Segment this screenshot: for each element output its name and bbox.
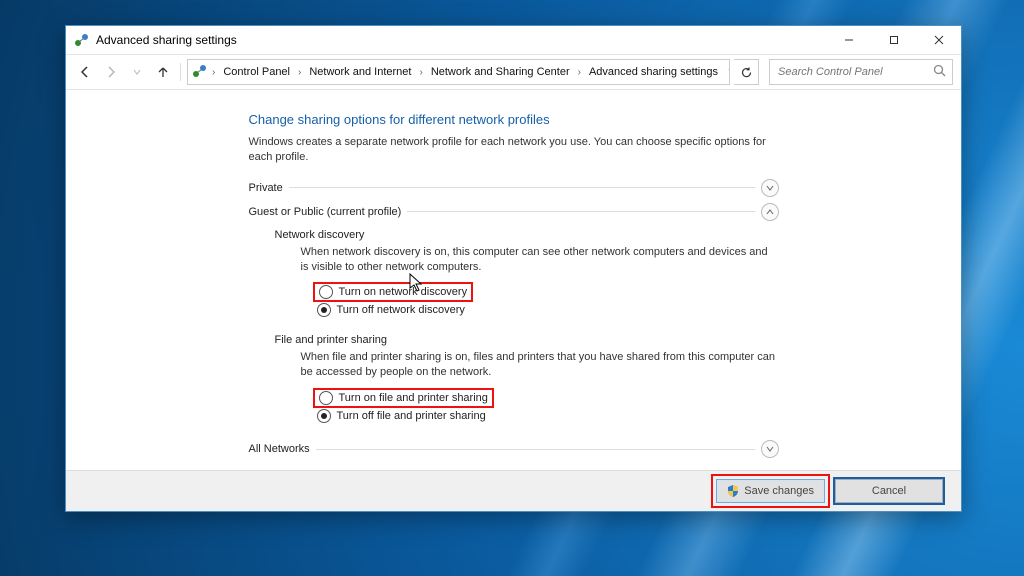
breadcrumb-seg-network-internet[interactable]: Network and Internet [305, 64, 415, 80]
window: Advanced sharing settings › Control Pane… [65, 25, 962, 512]
refresh-button[interactable] [734, 59, 759, 85]
page-subtitle: Windows creates a separate network profi… [249, 135, 779, 165]
radio-nd-on[interactable] [319, 285, 333, 299]
section-label-guest: Guest or Public (current profile) [249, 206, 402, 218]
breadcrumb[interactable]: › Control Panel › Network and Internet ›… [187, 59, 730, 85]
rule [407, 211, 754, 212]
radio-fp-on[interactable] [319, 391, 333, 405]
radio-fp-off-label: Turn off file and printer sharing [337, 410, 486, 422]
nav-row: › Control Panel › Network and Internet ›… [66, 55, 961, 90]
window-buttons [826, 26, 961, 54]
section-all-networks: All Networks [249, 440, 779, 458]
section-head-guest[interactable]: Guest or Public (current profile) [249, 203, 779, 221]
radio-fp-on-label: Turn on file and printer sharing [339, 392, 488, 404]
chevron-right-icon[interactable]: › [417, 67, 424, 78]
desc-network-discovery: When network discovery is on, this compu… [301, 245, 779, 275]
content-area: Change sharing options for different net… [66, 90, 961, 470]
up-button[interactable] [152, 61, 174, 83]
cancel-button[interactable]: Cancel [835, 479, 943, 503]
chevron-right-icon[interactable]: › [210, 67, 217, 78]
highlight-nd-on: Turn on network discovery [313, 282, 474, 302]
forward-button[interactable] [100, 61, 122, 83]
footer: Save changes Cancel [66, 470, 961, 511]
radios-network-discovery: Turn on network discovery Turn off netwo… [317, 282, 779, 318]
radio-fp-off-row[interactable]: Turn off file and printer sharing [317, 408, 779, 424]
highlight-fp-on: Turn on file and printer sharing [313, 388, 494, 408]
search-input[interactable] [769, 59, 953, 85]
subhead-file-printer: File and printer sharing [275, 334, 779, 346]
cancel-label: Cancel [872, 485, 906, 497]
radio-fp-off[interactable] [317, 409, 331, 423]
network-sharing-icon [192, 63, 208, 82]
rule [289, 187, 755, 188]
section-private: Private [249, 179, 779, 197]
radio-nd-on-row[interactable]: Turn on network discovery [317, 282, 779, 302]
rule [316, 449, 755, 450]
chevron-right-icon[interactable]: › [576, 67, 583, 78]
maximize-button[interactable] [871, 26, 916, 54]
save-changes-label: Save changes [744, 485, 814, 497]
close-button[interactable] [916, 26, 961, 54]
back-button[interactable] [74, 61, 96, 83]
chevron-right-icon[interactable]: › [296, 67, 303, 78]
breadcrumb-dropdown[interactable] [724, 66, 730, 78]
window-title: Advanced sharing settings [96, 33, 826, 47]
breadcrumb-seg-network-sharing-center[interactable]: Network and Sharing Center [427, 64, 574, 80]
network-sharing-icon [74, 32, 90, 48]
titlebar: Advanced sharing settings [66, 26, 961, 55]
uac-shield-icon [727, 485, 739, 497]
page-title: Change sharing options for different net… [249, 112, 779, 127]
search-field[interactable] [776, 65, 933, 79]
chevron-down-icon[interactable] [761, 179, 779, 197]
radio-fp-on-row[interactable]: Turn on file and printer sharing [317, 388, 779, 408]
radio-nd-off-row[interactable]: Turn off network discovery [317, 302, 779, 318]
section-label-all: All Networks [249, 443, 310, 455]
section-label-private: Private [249, 182, 283, 194]
save-changes-button[interactable]: Save changes [716, 479, 825, 503]
radio-nd-off-label: Turn off network discovery [337, 304, 465, 316]
breadcrumb-seg-advanced-sharing[interactable]: Advanced sharing settings [585, 64, 722, 80]
section-head-all[interactable]: All Networks [249, 440, 779, 458]
section-guest-public: Guest or Public (current profile) Networ… [249, 203, 779, 424]
minimize-button[interactable] [826, 26, 871, 54]
breadcrumb-seg-control-panel[interactable]: Control Panel [219, 64, 294, 80]
search-icon[interactable] [933, 64, 946, 80]
radio-nd-on-label: Turn on network discovery [339, 286, 468, 298]
radio-nd-off[interactable] [317, 303, 331, 317]
chevron-up-icon[interactable] [761, 203, 779, 221]
subhead-network-discovery: Network discovery [275, 229, 779, 241]
chevron-down-icon[interactable] [761, 440, 779, 458]
separator [180, 63, 181, 81]
desc-file-printer: When file and printer sharing is on, fil… [301, 350, 779, 380]
recent-dropdown[interactable] [126, 61, 148, 83]
section-head-private[interactable]: Private [249, 179, 779, 197]
radios-file-printer: Turn on file and printer sharing Turn of… [317, 388, 779, 424]
